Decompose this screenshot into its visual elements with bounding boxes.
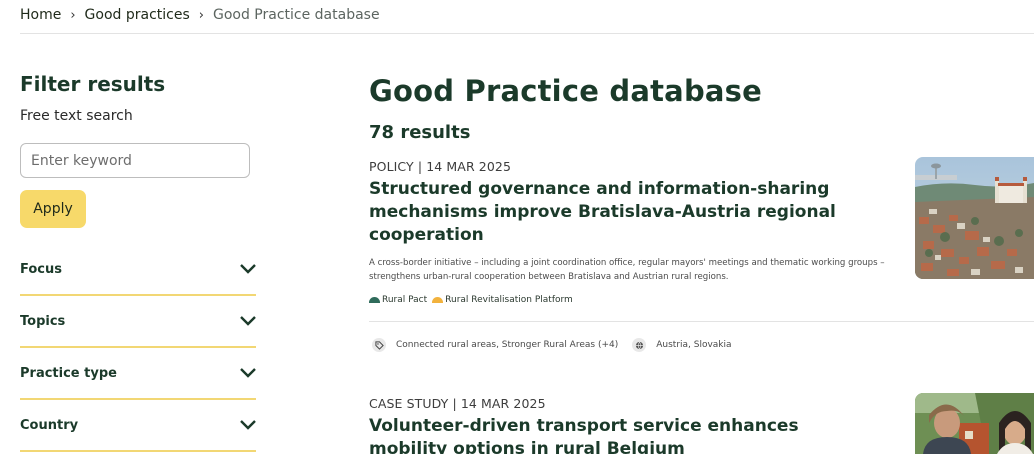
facet-focus[interactable]: Focus: [20, 244, 256, 296]
breadcrumb-divider: [20, 33, 1034, 34]
card-title-link[interactable]: Structured governance and information-sh…: [369, 178, 839, 247]
platform-label: Rural Pact: [382, 295, 428, 305]
filter-title: Filter results: [20, 72, 166, 96]
breadcrumb-home-link[interactable]: Home: [20, 7, 61, 23]
facet-label: Practice type: [20, 365, 117, 381]
breadcrumb: Home › Good practices › Good Practice da…: [20, 7, 380, 23]
facet-country[interactable]: Country: [20, 400, 256, 452]
breadcrumb-section-link[interactable]: Good practices: [85, 7, 190, 23]
globe-icon: [632, 338, 647, 352]
people-photo: [915, 393, 1034, 454]
chevron-down-icon: [240, 316, 256, 326]
rural-revitalisation-icon: [432, 297, 444, 303]
card-thumbnail-belgium[interactable]: [915, 393, 1034, 454]
rural-pact-icon: [369, 297, 380, 303]
city-photo: [915, 157, 1034, 279]
chevron-down-icon: [240, 264, 256, 274]
chevron-right-icon: ›: [70, 7, 76, 23]
results-header: Good Practice database 78 results: [369, 74, 1034, 143]
breadcrumb-current: Good Practice database: [212, 7, 380, 23]
platform-list: Rural Pact Rural Revitalisation Platform: [369, 295, 1034, 305]
chevron-down-icon: [240, 420, 256, 430]
topics-text: Connected rural areas, Stronger Rural Ar…: [396, 340, 619, 350]
search-input[interactable]: [20, 143, 250, 178]
platform-badge: Rural Pact: [369, 295, 427, 305]
card-title-link[interactable]: Volunteer-driven transport service enhan…: [369, 415, 839, 454]
chevron-right-icon: ›: [198, 7, 204, 23]
card-tags: Connected rural areas, Stronger Rural Ar…: [372, 338, 746, 352]
results-count: 78 results: [369, 122, 471, 143]
search-label: Free text search: [20, 108, 133, 124]
facet-label: Topics: [20, 313, 66, 329]
chevron-down-icon: [240, 368, 256, 378]
facet-topics[interactable]: Topics: [20, 296, 256, 348]
card-thumbnail-bratislava[interactable]: [915, 157, 1034, 279]
countries-text: Austria, Slovakia: [656, 340, 732, 350]
platform-label: Rural Revitalisation Platform: [445, 295, 573, 305]
card-description: A cross-border initiative – including a …: [369, 258, 885, 282]
platform-badge: Rural Revitalisation Platform: [432, 295, 573, 305]
tag-icon: [372, 338, 386, 352]
facet-practice-type[interactable]: Practice type: [20, 348, 256, 400]
apply-button[interactable]: Apply: [20, 190, 86, 228]
facet-label: Country: [20, 417, 79, 433]
facet-label: Focus: [20, 261, 62, 277]
page-title: Good Practice database: [369, 74, 762, 108]
card-divider: [369, 321, 1034, 322]
filter-sidebar: Filter results Free text search Apply: [20, 72, 256, 228]
